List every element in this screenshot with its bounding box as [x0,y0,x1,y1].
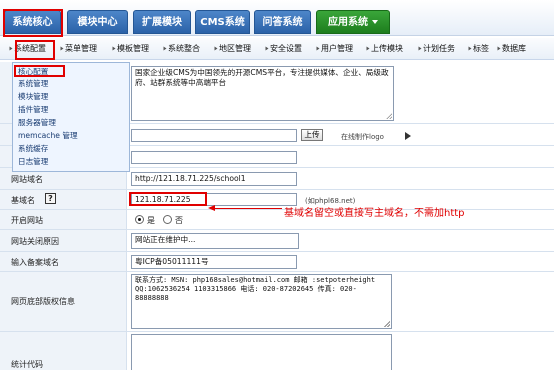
footer-textarea[interactable]: 联系方式: MSN: php168sales@hotmail.com 邮箱 :s… [131,274,392,329]
label-cell: 基域名 ? [0,190,127,209]
close-reason-label: 网站关闭原因 [11,237,59,246]
arrow-right-icon [214,46,218,51]
subnav-template-manage[interactable]: 模板管理 [112,43,149,55]
arrow-right-icon [418,46,422,51]
arrow-right-icon [112,46,116,51]
base-domain-label: 基域名 [11,196,35,205]
label-cell: 网页底部版权信息 [0,272,127,331]
tab-label: 问答系统 [262,17,303,28]
subnav-tags[interactable]: 标签 [468,43,489,55]
menu-item-module-manage[interactable]: 模块管理 [18,92,48,102]
menu-item-memcache[interactable]: memcache 管理 [18,131,78,141]
label-cell: 统计代码 [0,332,127,370]
tab-cms-system[interactable]: CMS系统 [195,10,250,34]
label-cell: 输入备案域名 [0,252,127,271]
tab-extensions[interactable]: 扩展模块 [133,10,191,34]
label-cell: 网站关闭原因 [0,230,127,251]
arrow-right-icon [366,46,370,51]
extra-input[interactable] [131,151,297,164]
menu-item-log-manage[interactable]: 日志管理 [18,157,48,167]
close-reason-input[interactable]: 网站正在维护中... [131,233,299,249]
arrow-right-icon [468,46,472,51]
arrow-right-icon [497,46,501,51]
menu-item-system-manage[interactable]: 系统管理 [18,79,48,89]
radio-yes[interactable] [135,215,144,224]
row-footer: 网页底部版权信息 联系方式: MSN: php168sales@hotmail.… [0,272,554,332]
tab-qa-system[interactable]: 问答系统 [254,10,311,34]
arrow-right-icon [9,46,13,51]
stats-label: 统计代码 [11,360,43,369]
tab-label: CMS系统 [200,17,245,28]
row-open-site: 开启网站 是 否 [0,210,554,230]
subnav-scheduled-tasks[interactable]: 计划任务 [418,43,455,55]
arrow-right-icon [163,46,167,51]
open-site-label: 开启网站 [11,216,43,225]
tab-app-system[interactable]: 应用系统 [316,10,390,34]
resize-grip-icon [384,321,390,327]
annotation-arrow [214,208,282,209]
row-stats: 统计代码 [0,332,554,370]
site-domain-input[interactable]: http://121.18.71.225/school1 [131,172,297,186]
arrow-right-icon [405,132,411,140]
radio-no[interactable] [163,215,172,224]
highlight-core-config [14,65,65,77]
subnav-upload-module[interactable]: 上传模块 [366,43,403,55]
subnav-user-manage[interactable]: 用户管理 [316,43,353,55]
logo-input[interactable] [131,129,297,142]
arrow-right-icon [60,46,64,51]
resize-grip-icon [386,113,392,119]
menu-item-system-cache[interactable]: 系统缓存 [18,144,48,154]
tab-label: 模块中心 [77,17,118,28]
subnav-database[interactable]: 数据库 [497,43,526,55]
system-config-dropdown: 核心配置 系统管理 模块管理 插件管理 服务器管理 memcache 管理 系统… [12,62,130,172]
radio-yes-label: 是 [147,216,155,225]
radio-no-label: 否 [175,216,183,225]
row-close-reason: 网站关闭原因 网站正在维护中... [0,230,554,252]
arrow-right-icon [316,46,320,51]
subnav-system-integration[interactable]: 系统整合 [163,43,200,55]
stats-textarea[interactable] [131,334,392,370]
icp-input[interactable]: 粤ICP备05011111号 [131,255,297,269]
menu-item-server-manage[interactable]: 服务器管理 [18,118,56,128]
subnav-menu-manage[interactable]: 菜单管理 [60,43,97,55]
highlight-tab-system-core [3,9,63,37]
tab-label: 扩展模块 [142,17,182,28]
tab-module-center[interactable]: 模块中心 [67,10,128,34]
subnav-security[interactable]: 安全设置 [265,43,302,55]
site-desc-textarea[interactable]: 国家企业级CMS为中国领先的开源CMS平台，专注提供媒体、企业、局级政府、站群系… [131,66,394,121]
top-tab-bar: 系统核心 模块中心 扩展模块 CMS系统 问答系统 应用系统 [0,0,554,36]
highlight-base-domain [129,192,207,206]
subnav-region-manage[interactable]: 地区管理 [214,43,251,55]
chevron-down-icon [372,20,378,24]
icp-label: 输入备案域名 [11,258,59,267]
footer-label: 网页底部版权信息 [11,297,75,306]
label-cell: 开启网站 [0,210,127,229]
row-icp: 输入备案域名 粤ICP备05011111号 [0,252,554,272]
tab-label: 应用系统 [328,17,368,28]
upload-button[interactable]: 上传 [301,129,323,141]
online-logo-link[interactable]: 在线制作logo [341,132,384,142]
help-icon[interactable]: ? [45,193,56,204]
arrow-right-icon [265,46,269,51]
highlight-subnav-system-config [15,40,55,60]
sub-nav: 系统配置 菜单管理 模板管理 系统整合 地区管理 安全设置 用户管理 上传模块 … [0,38,554,60]
site-domain-label: 网站域名 [11,175,43,184]
row-base-domain: 基域名 ? 121.18.71.225 (如phpl68.net) [0,190,554,210]
menu-item-plugin-manage[interactable]: 插件管理 [18,105,48,115]
